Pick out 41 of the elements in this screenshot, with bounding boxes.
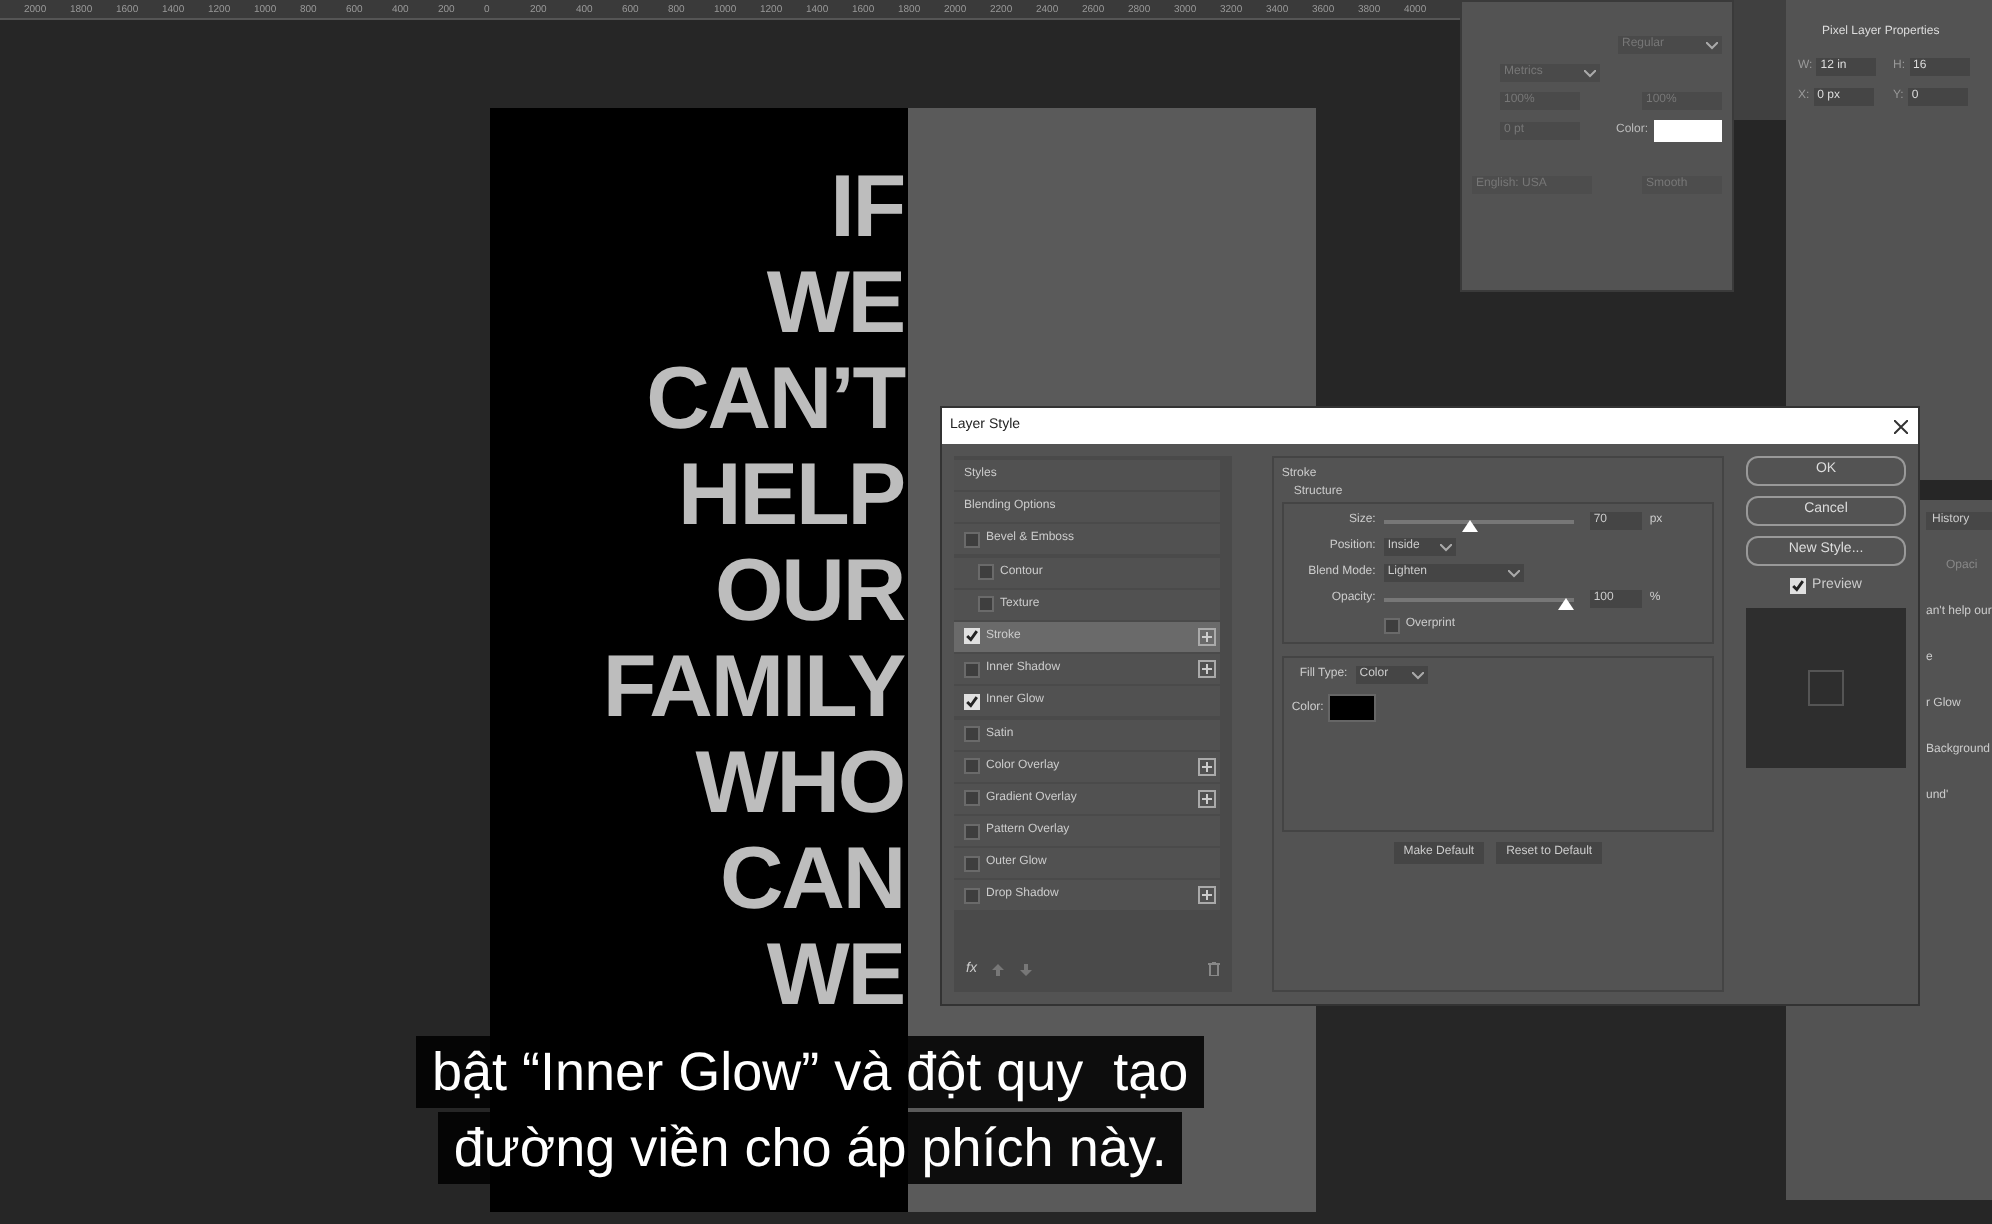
trash-icon[interactable] — [1207, 962, 1220, 977]
checkbox[interactable] — [978, 596, 994, 613]
checkbox[interactable] — [1790, 578, 1807, 595]
checkbox[interactable] — [964, 693, 980, 710]
preview-square-icon — [1808, 669, 1844, 705]
plus-icon[interactable] — [1197, 660, 1216, 679]
poster-word: IF — [830, 160, 904, 256]
arrow-down-icon[interactable] — [1020, 963, 1033, 976]
poster-word: WE — [766, 928, 904, 1024]
poster-word: CAN’T — [646, 352, 904, 448]
checkbox[interactable] — [1383, 617, 1400, 633]
caret-icon — [1584, 69, 1596, 77]
poster-word: FAMILY — [602, 640, 904, 736]
checkbox[interactable] — [964, 758, 980, 775]
plus-icon[interactable] — [1197, 757, 1216, 776]
checkbox[interactable] — [964, 823, 980, 840]
close-icon[interactable] — [1894, 418, 1910, 434]
caret-icon — [1507, 569, 1520, 577]
poster-word: WHO — [695, 736, 904, 832]
checkbox[interactable] — [964, 790, 980, 807]
checkbox[interactable] — [964, 855, 980, 872]
plus-icon[interactable] — [1197, 886, 1216, 905]
poster-word: HELP — [678, 448, 904, 544]
poster-word: WE — [766, 256, 904, 352]
checkbox[interactable] — [964, 661, 980, 678]
plus-icon[interactable] — [1197, 627, 1216, 646]
slider-thumb[interactable] — [1557, 597, 1574, 609]
checkbox[interactable] — [964, 628, 980, 645]
caret-icon — [1439, 543, 1452, 551]
arrow-up-icon[interactable] — [992, 963, 1005, 976]
caret-icon — [1706, 41, 1718, 49]
checkbox[interactable] — [978, 564, 994, 581]
plus-icon[interactable] — [1197, 789, 1216, 808]
poster-word: CAN — [719, 832, 904, 928]
caret-icon — [1411, 671, 1424, 679]
checkbox[interactable] — [964, 531, 980, 548]
checkbox[interactable] — [964, 726, 980, 742]
color-swatch[interactable] — [1327, 694, 1376, 722]
poster-word: OUR — [715, 544, 904, 640]
checkbox[interactable] — [964, 887, 980, 904]
color-swatch[interactable] — [1654, 120, 1722, 142]
